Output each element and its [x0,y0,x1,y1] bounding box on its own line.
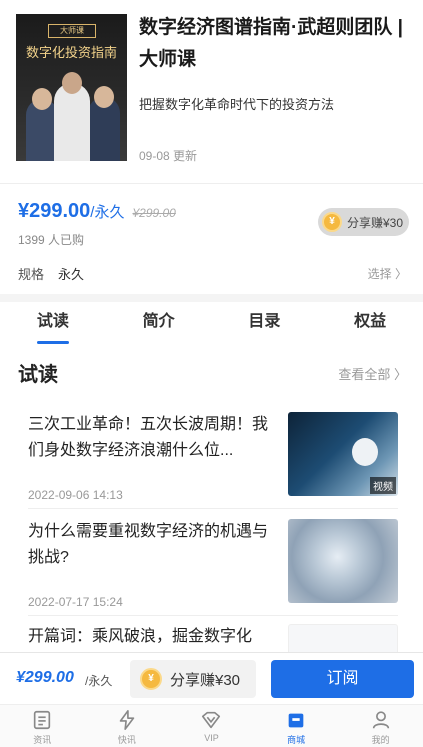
spec-choose-link[interactable]: 选择 〉 [368,265,407,282]
tabbar-label: 资讯 [33,735,52,745]
update-date: 09-08 更新 [139,149,198,163]
content-tabs: 试读 简介 目录 权益 [0,302,423,348]
tab-intro[interactable]: 简介 [106,302,212,348]
coin-icon: ¥ [322,212,342,232]
price-row: ¥299.00/永久 ¥299.00 [18,200,176,223]
vip-icon [202,711,221,729]
tabbar-shop[interactable]: 商城 [254,705,339,747]
tab-catalog[interactable]: 目录 [212,302,318,348]
tabbar-news[interactable]: 资讯 [0,705,85,747]
list-item[interactable]: 为什么需要重视数字经济的机遇与挑战? 2022-07-17 15:24 [28,519,398,619]
cover-badge: 大师课 [48,24,96,38]
tab-trial[interactable]: 试读 [0,302,106,348]
product-title: 数字经济图谱指南·武超则团队 | 大师课 [139,17,403,70]
spec-label: 规格 [18,267,45,282]
tabbar-profile[interactable]: 我的 [338,705,423,747]
subscribe-button[interactable]: 订阅 [271,660,414,698]
spec-row[interactable]: 规格 永久 [18,264,84,283]
item-title: 开篇词：乘风破浪，掘金数字化 [28,628,253,645]
spec-value: 永久 [58,267,85,282]
tabbar-flash[interactable]: 快讯 [85,705,170,747]
tabbar-label: 快讯 [117,735,136,745]
tabbar-label: 我的 [371,735,390,745]
bar-price: ¥299.00 [16,669,74,686]
section-title: 试读 [18,364,58,386]
share-earn-label: 分享赚¥30 [347,215,404,230]
product-header: 大师课 数字化投资指南 数字经济图谱指南·武超则团队 | 大师课 把握数字化革命… [0,0,423,183]
bar-price-unit: /永久 [85,674,113,688]
tabbar-label: VIP [204,733,219,743]
tabbar-label: 商城 [287,735,306,745]
item-title: 为什么需要重视数字经济的机遇与挑战? [28,523,269,566]
product-cover[interactable]: 大师课 数字化投资指南 [16,14,127,161]
shop-icon [288,713,304,728]
tabbar-vip[interactable]: VIP [169,705,254,747]
bar-share-label: 分享赚¥30 [170,671,241,689]
item-thumbnail: 视频 [288,412,398,496]
tab-benefits[interactable]: 权益 [317,302,423,348]
price: ¥299.00 [18,200,91,222]
user-icon [372,711,389,729]
item-title: 三次工业革命！五次长波周期！我们身处数字经济浪潮什么位... [28,416,269,459]
item-thumbnail [288,519,398,603]
price-unit: /永久 [90,204,125,221]
item-date: 2022-07-17 15:24 [28,595,123,609]
list-item[interactable]: 三次工业革命！五次长波周期！我们身处数字经济浪潮什么位... 2022-09-0… [28,412,398,512]
item-date: 2022-09-06 14:13 [28,488,123,502]
lightning-icon [119,710,135,730]
share-earn-button[interactable]: ¥ 分享赚¥30 [318,208,409,236]
product-subtitle: 把握数字化革命时代下的投资方法 [139,97,335,112]
video-badge: 视频 [370,477,396,494]
bar-share-button[interactable]: ¥ 分享赚¥30 [130,660,256,698]
bottom-tabbar: 资讯 快讯 VIP 商城 我的 [0,704,423,747]
sold-count: 1399 人已购 [18,233,85,247]
news-icon [34,710,51,730]
view-all-link[interactable]: 查看全部 〉 [338,364,407,383]
coin-icon: ¥ [140,668,162,690]
original-price: ¥299.00 [132,206,176,220]
purchase-bar: ¥299.00 /永久 ¥ 分享赚¥30 订阅 [0,652,423,704]
cover-title: 数字化投资指南 [25,46,117,61]
